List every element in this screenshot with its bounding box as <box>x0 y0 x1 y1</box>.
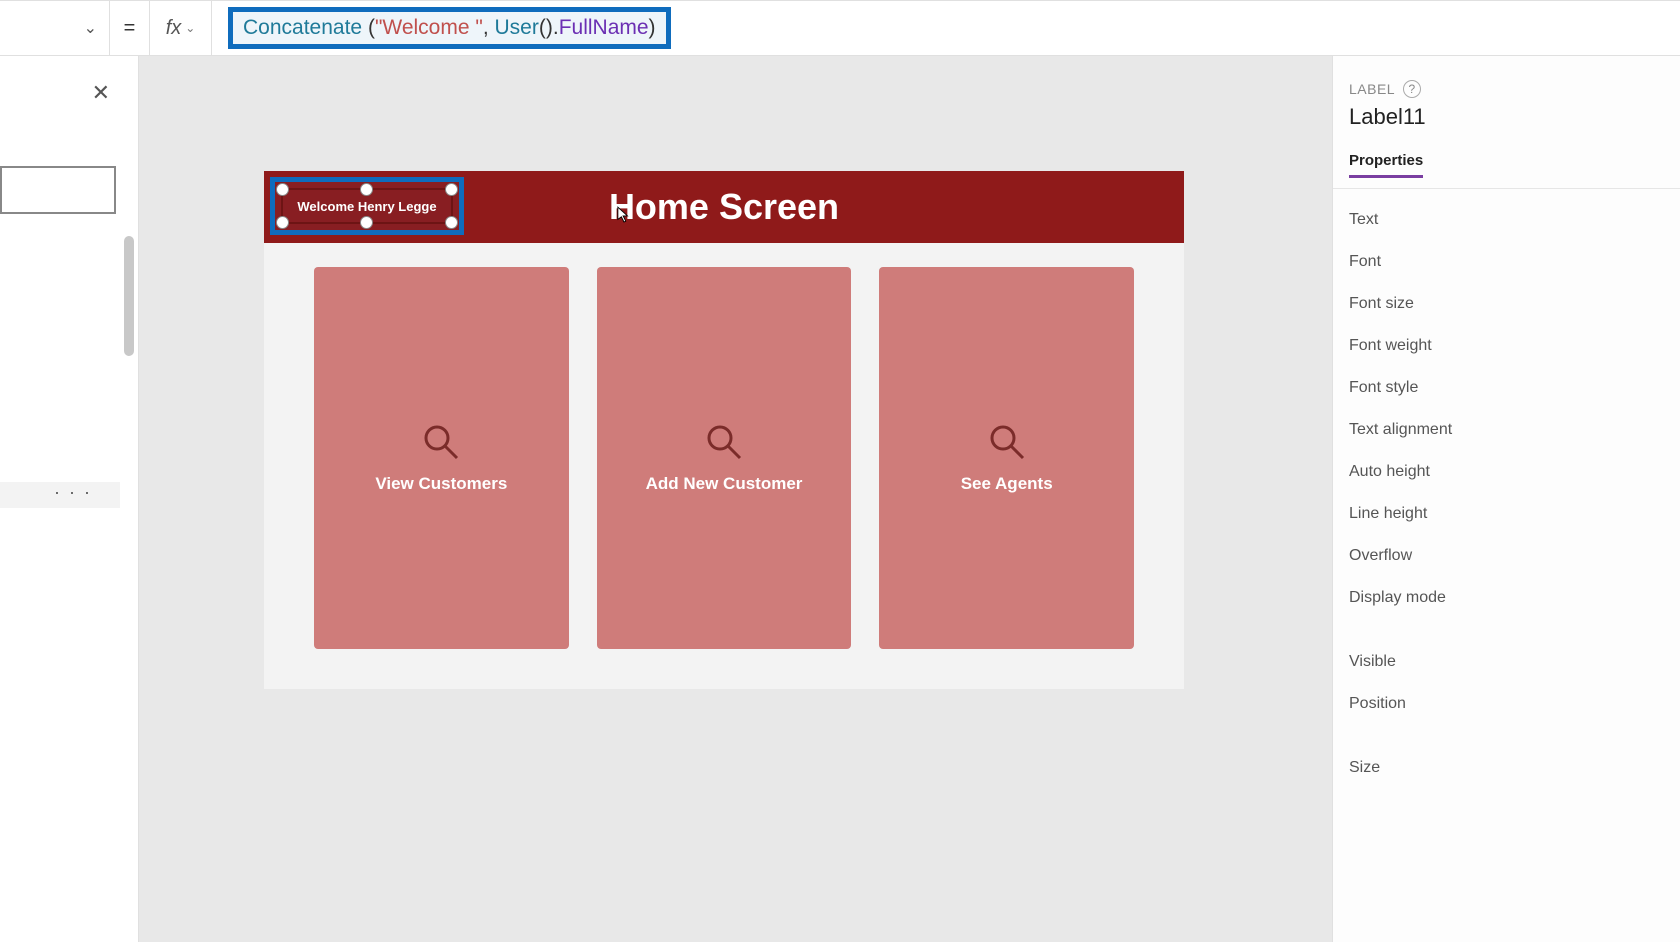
property-list: Text Font Font size Font weight Font sty… <box>1349 199 1680 789</box>
resize-handle-bc[interactable] <box>360 216 373 229</box>
selected-control[interactable]: Welcome Henry Legge <box>270 177 464 235</box>
card-label: Add New Customer <box>646 474 803 494</box>
prop-visible[interactable]: Visible <box>1349 641 1680 683</box>
close-icon[interactable]: ✕ <box>92 80 110 106</box>
formula-token-fn: User <box>495 16 539 39</box>
chevron-down-icon: ⌄ <box>84 18 97 38</box>
resize-handle-bl[interactable] <box>276 216 289 229</box>
workspace: ✕ · · · Home Screen Welcome Henry Legge <box>0 56 1680 942</box>
formula-token-paren: ( <box>368 16 375 39</box>
property-dropdown[interactable]: ⌄ <box>0 1 110 55</box>
card-add-new-customer[interactable]: Add New Customer <box>597 267 852 649</box>
app-screen[interactable]: Home Screen Welcome Henry Legge <box>264 171 1184 689</box>
control-type-text: LABEL <box>1349 81 1395 97</box>
header-band: Home Screen Welcome Henry Legge <box>264 171 1184 243</box>
prop-size[interactable]: Size <box>1349 747 1680 789</box>
card-label: See Agents <box>961 474 1053 494</box>
formula-token-paren: ( <box>539 16 546 39</box>
prop-display-mode[interactable]: Display mode <box>1349 577 1680 619</box>
resize-handle-tr[interactable] <box>445 183 458 196</box>
cursor-icon <box>617 206 631 224</box>
formula-token-comma: , <box>483 16 495 39</box>
control-type-label: LABEL ? <box>1349 80 1680 98</box>
page-title-text: Home Screen <box>609 186 839 227</box>
search-icon <box>704 422 744 462</box>
tab-properties[interactable]: Properties <box>1349 152 1423 178</box>
prop-font-size[interactable]: Font size <box>1349 283 1680 325</box>
formula-token-prop: FullName <box>559 16 649 39</box>
prop-line-height[interactable]: Line height <box>1349 493 1680 535</box>
fx-label: fx <box>166 17 182 40</box>
search-input[interactable] <box>0 166 116 214</box>
formula-token-paren: ) <box>649 16 656 39</box>
prop-text[interactable]: Text <box>1349 199 1680 241</box>
left-panel: ✕ · · · <box>0 56 139 942</box>
card-label: View Customers <box>375 474 507 494</box>
card-see-agents[interactable]: See Agents <box>879 267 1134 649</box>
formula-token-fn: Concatenate <box>243 16 362 39</box>
formula-token-string: "Welcome " <box>375 16 483 39</box>
welcome-label-text: Welcome Henry Legge <box>297 199 436 214</box>
prop-font[interactable]: Font <box>1349 241 1680 283</box>
prop-font-style[interactable]: Font style <box>1349 367 1680 409</box>
resize-handle-br[interactable] <box>445 216 458 229</box>
formula-token-paren: ) <box>546 16 553 39</box>
canvas-area[interactable]: Home Screen Welcome Henry Legge <box>139 56 1332 942</box>
fx-button[interactable]: fx ⌄ <box>150 1 212 55</box>
prop-position[interactable]: Position <box>1349 683 1680 725</box>
properties-panel: LABEL ? Label11 Properties Text Font Fon… <box>1332 56 1680 942</box>
page-title: Home Screen <box>609 186 839 228</box>
divider <box>1333 188 1680 189</box>
search-icon <box>987 422 1027 462</box>
scrollbar[interactable] <box>124 236 134 356</box>
resize-handle-tl[interactable] <box>276 183 289 196</box>
formula-selection-highlight: Concatenate ("Welcome ", User().FullName… <box>228 7 671 49</box>
control-name-label: Label11 <box>1349 104 1680 130</box>
search-icon <box>421 422 461 462</box>
prop-overflow[interactable]: Overflow <box>1349 535 1680 577</box>
label-control[interactable]: Welcome Henry Legge <box>281 188 453 224</box>
tree-item-more[interactable]: · · · <box>0 482 120 508</box>
chevron-down-icon: ⌄ <box>185 21 195 36</box>
prop-text-alignment[interactable]: Text alignment <box>1349 409 1680 451</box>
prop-font-weight[interactable]: Font weight <box>1349 325 1680 367</box>
help-icon[interactable]: ? <box>1403 80 1421 98</box>
equals-sign: = <box>110 1 150 55</box>
prop-auto-height[interactable]: Auto height <box>1349 451 1680 493</box>
formula-input[interactable]: Concatenate ("Welcome ", User().FullName… <box>212 1 1680 55</box>
formula-bar: ⌄ = fx ⌄ Concatenate ("Welcome ", User()… <box>0 0 1680 56</box>
resize-handle-tc[interactable] <box>360 183 373 196</box>
card-view-customers[interactable]: View Customers <box>314 267 569 649</box>
card-row: View Customers Add New Customer See Agen… <box>314 267 1134 649</box>
